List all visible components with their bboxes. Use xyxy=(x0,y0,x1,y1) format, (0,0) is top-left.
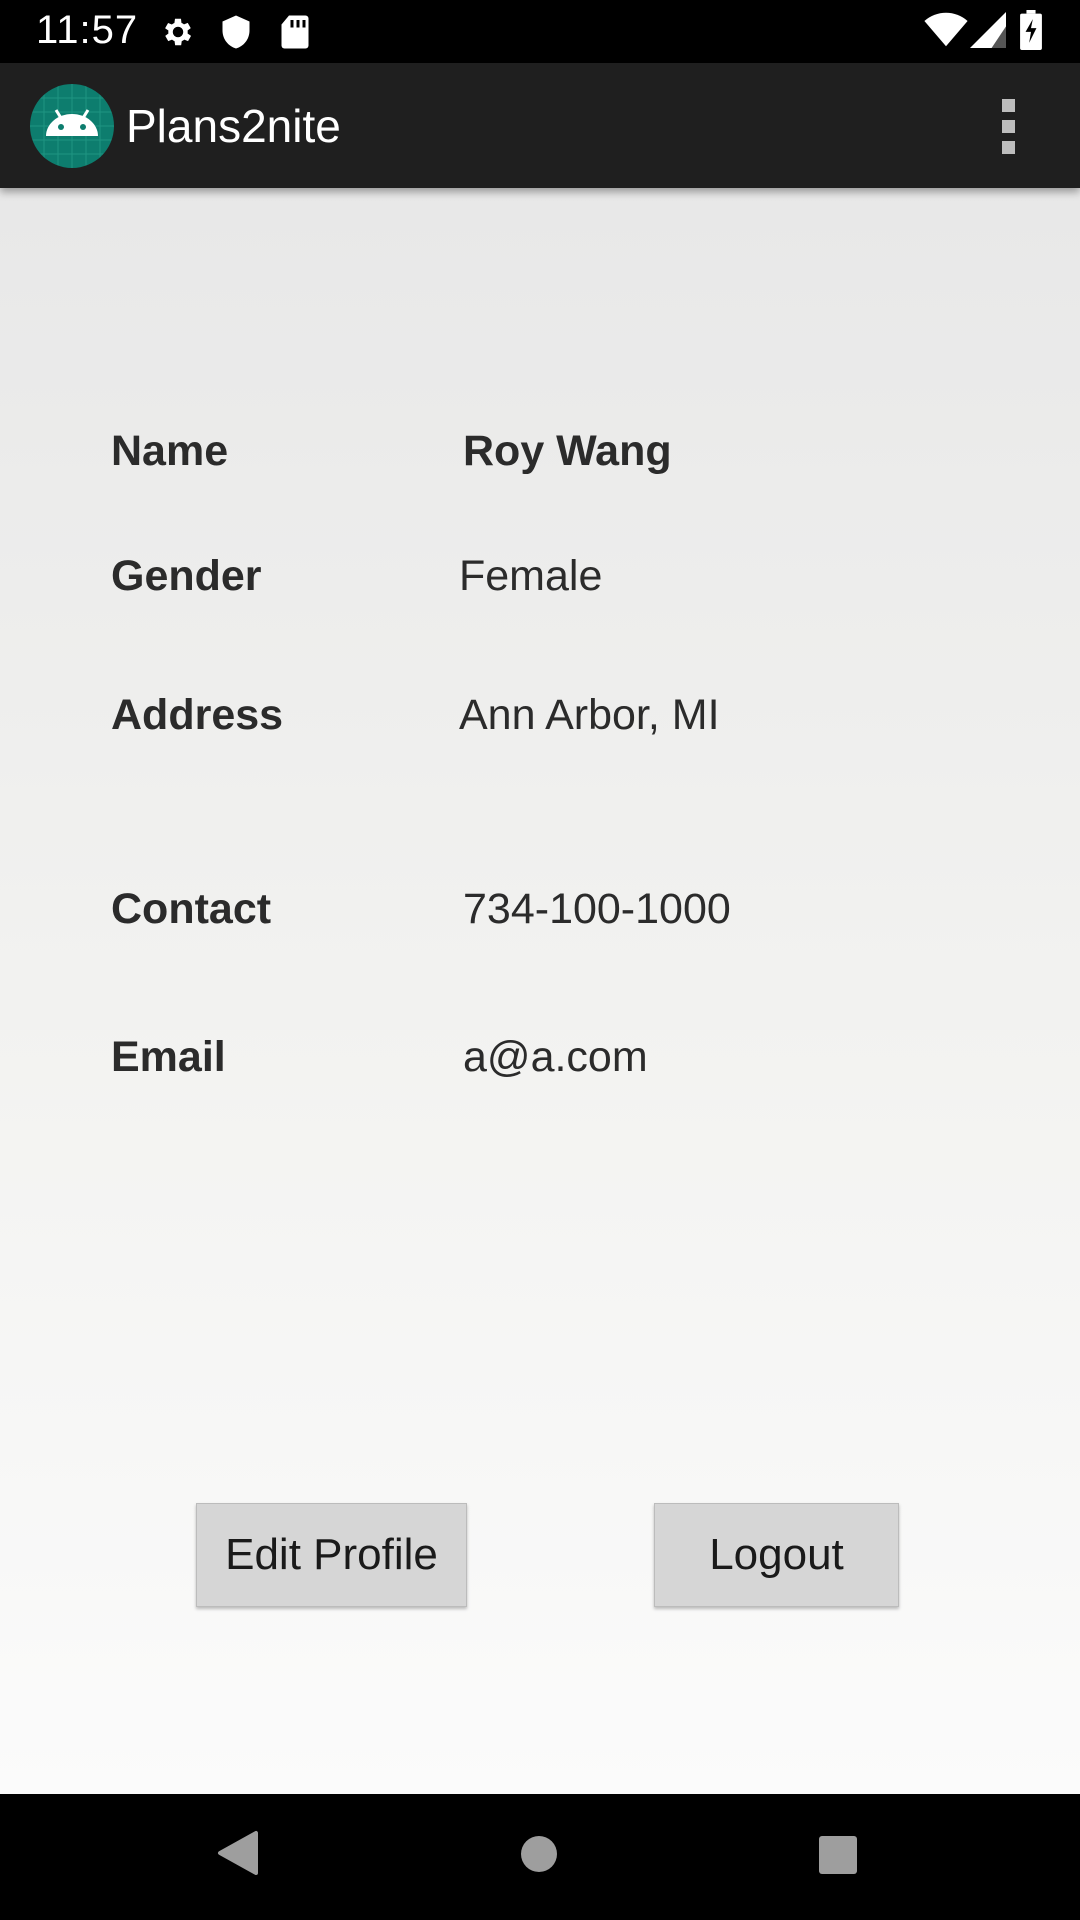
address-label: Address xyxy=(111,691,284,739)
navigation-bar xyxy=(0,1794,1080,1920)
name-label: Name xyxy=(111,427,229,475)
app-title: Plans2nite xyxy=(126,100,341,152)
gender-label: Gender xyxy=(111,552,262,600)
contact-value: 734-100-1000 xyxy=(463,885,731,933)
shield-icon xyxy=(220,14,252,55)
name-value: Roy Wang xyxy=(463,427,672,475)
signal-icon xyxy=(970,12,1006,53)
edit-profile-button[interactable]: Edit Profile xyxy=(196,1503,467,1607)
status-bar: 11:57 xyxy=(0,0,1080,63)
status-time: 11:57 xyxy=(36,8,139,52)
home-icon[interactable] xyxy=(519,1834,559,1879)
address-value: Ann Arbor, MI xyxy=(459,691,720,739)
email-label: Email xyxy=(111,1033,226,1081)
gear-icon xyxy=(160,14,196,55)
gender-value: Female xyxy=(459,552,603,600)
recents-icon[interactable] xyxy=(818,1835,858,1880)
battery-charging-icon xyxy=(1020,10,1042,55)
wifi-icon xyxy=(924,12,968,53)
back-icon[interactable] xyxy=(216,1829,260,1882)
sd-card-icon xyxy=(280,14,310,55)
app-bar: Plans2nite xyxy=(0,63,1080,188)
logout-button[interactable]: Logout xyxy=(654,1503,899,1607)
email-value: a@a.com xyxy=(463,1033,648,1081)
contact-label: Contact xyxy=(111,885,272,933)
android-icon xyxy=(30,84,114,168)
profile-content: Name Roy Wang Gender Female Address Ann … xyxy=(0,188,1080,1794)
overflow-menu-icon[interactable] xyxy=(990,93,1024,159)
